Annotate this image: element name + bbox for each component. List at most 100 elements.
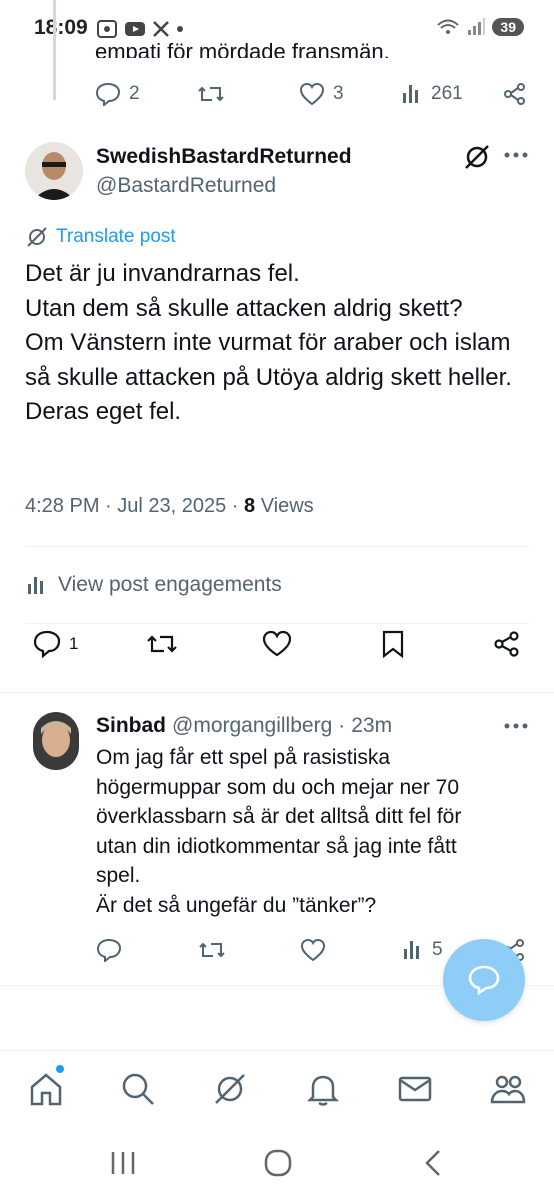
author-handle[interactable]: @BastardReturned — [96, 174, 276, 198]
analytics-icon — [28, 577, 43, 594]
back-chevron-icon — [425, 1150, 440, 1176]
main-repost-button[interactable] — [146, 630, 178, 658]
divider — [25, 623, 529, 624]
communities-icon — [490, 1075, 526, 1104]
previous-tweet-text: empati för mördade fransmän. — [95, 39, 390, 58]
views-number: 8 — [244, 495, 256, 517]
main-tweet-body: Det är ju invandrarnas fel. Utan dem så … — [25, 260, 512, 425]
share-icon — [494, 631, 519, 657]
views-button[interactable]: 261 — [401, 83, 503, 105]
previous-tweet-actions: 2 3 261 — [95, 82, 535, 106]
tweet-timestamp-views: 4:28 PM · Jul 23, 2025 · 8 Views — [25, 495, 314, 518]
more-options-button[interactable] — [503, 151, 529, 159]
tab-search[interactable] — [120, 1071, 156, 1107]
reply-bubble-icon — [468, 965, 500, 996]
tab-messages[interactable] — [397, 1071, 433, 1107]
bookmark-button[interactable] — [381, 630, 405, 658]
divider — [0, 692, 554, 693]
bottom-tab-bar — [0, 1050, 554, 1130]
bell-icon — [306, 1075, 340, 1106]
reply-button[interactable]: 2 — [95, 82, 197, 106]
screenshot-icon — [97, 20, 117, 38]
search-icon — [122, 1073, 154, 1105]
grok-button[interactable] — [463, 143, 491, 171]
tab-notifications[interactable] — [305, 1071, 341, 1107]
avatar-image — [33, 712, 79, 770]
grok-icon — [215, 1074, 245, 1104]
heart-icon — [262, 630, 292, 657]
translate-label: Translate post — [56, 226, 176, 247]
compose-reply-fab[interactable] — [443, 939, 525, 1021]
reply-reply-button[interactable] — [96, 938, 198, 962]
main-share-button[interactable] — [493, 630, 521, 658]
author-display-name[interactable]: SwedishBastardReturned — [96, 145, 352, 169]
x-logo-icon — [153, 21, 169, 37]
grok-icon — [465, 145, 489, 169]
views-label: Views — [255, 495, 314, 517]
repost-icon — [199, 942, 225, 958]
status-notification-icons — [96, 19, 184, 39]
bookmark-icon — [382, 630, 404, 658]
reply-icon — [33, 630, 61, 658]
reply-icon — [96, 938, 122, 962]
repost-icon — [147, 635, 177, 653]
status-system-icons: 39 — [436, 17, 524, 37]
main-reply-count: 1 — [69, 634, 79, 653]
like-button[interactable]: 3 — [299, 82, 401, 106]
reply-more-options-button[interactable] — [503, 722, 529, 730]
status-time: 18:09 — [34, 16, 88, 39]
home-system-button[interactable] — [264, 1149, 292, 1177]
grok-translate-icon — [27, 227, 47, 247]
reply-handle[interactable]: @morgangillberg — [172, 714, 332, 738]
more-notifications-icon — [177, 26, 183, 32]
reply-repost-button[interactable] — [198, 938, 300, 962]
repost-icon — [198, 86, 224, 102]
avatar-reply-author[interactable] — [33, 712, 79, 770]
reply-separator: · — [338, 714, 346, 737]
recent-apps-button[interactable] — [108, 1150, 138, 1176]
youtube-icon — [125, 22, 145, 36]
more-horizontal-icon — [504, 152, 528, 158]
system-navigation-bar — [0, 1130, 554, 1200]
reply-like-button[interactable] — [300, 938, 402, 962]
thread-connector-line — [53, 0, 56, 100]
reply-age: 23m — [351, 714, 393, 737]
recent-apps-icon — [111, 1152, 135, 1174]
home-icon — [30, 1073, 62, 1106]
tab-communities[interactable] — [489, 1071, 527, 1107]
heart-icon — [299, 82, 325, 106]
wifi-icon — [437, 19, 460, 34]
mail-icon — [398, 1076, 432, 1102]
divider — [25, 546, 529, 547]
main-reply-button[interactable]: 1 — [33, 630, 78, 658]
share-icon — [504, 83, 525, 105]
reply-header: Sinbad @morgangillberg · 23m — [96, 714, 392, 738]
translate-post-link[interactable]: Translate post — [26, 226, 176, 248]
more-horizontal-icon — [504, 723, 528, 729]
home-circle-icon — [264, 1149, 292, 1177]
reply-display-name[interactable]: Sinbad — [96, 714, 166, 738]
tweet-timestamp: 4:28 PM · Jul 23, 2025 · — [25, 495, 245, 517]
signal-icon — [468, 18, 486, 35]
view-engagements-link[interactable]: View post engagements — [26, 573, 282, 597]
views-count: 261 — [431, 83, 463, 104]
reply-count: 2 — [129, 83, 140, 104]
views-bar-icon — [403, 85, 418, 103]
reply-body: Om jag får ett spel på rasistiska högerm… — [96, 746, 462, 917]
repost-button[interactable] — [197, 82, 299, 106]
reply-icon — [95, 82, 121, 106]
share-button[interactable] — [503, 82, 527, 106]
tab-grok[interactable] — [212, 1071, 248, 1107]
reply-views-count: 5 — [432, 939, 443, 960]
like-count: 3 — [333, 83, 344, 104]
engagements-label: View post engagements — [58, 573, 282, 596]
home-notification-dot — [56, 1065, 64, 1073]
back-system-button[interactable] — [423, 1149, 443, 1177]
main-like-button[interactable] — [262, 630, 292, 658]
views-bar-icon — [404, 941, 419, 959]
tab-home[interactable] — [28, 1065, 64, 1107]
avatar-main-author[interactable] — [25, 142, 83, 200]
battery-indicator: 39 — [492, 18, 524, 36]
avatar-image — [25, 142, 83, 200]
heart-icon — [300, 938, 326, 962]
